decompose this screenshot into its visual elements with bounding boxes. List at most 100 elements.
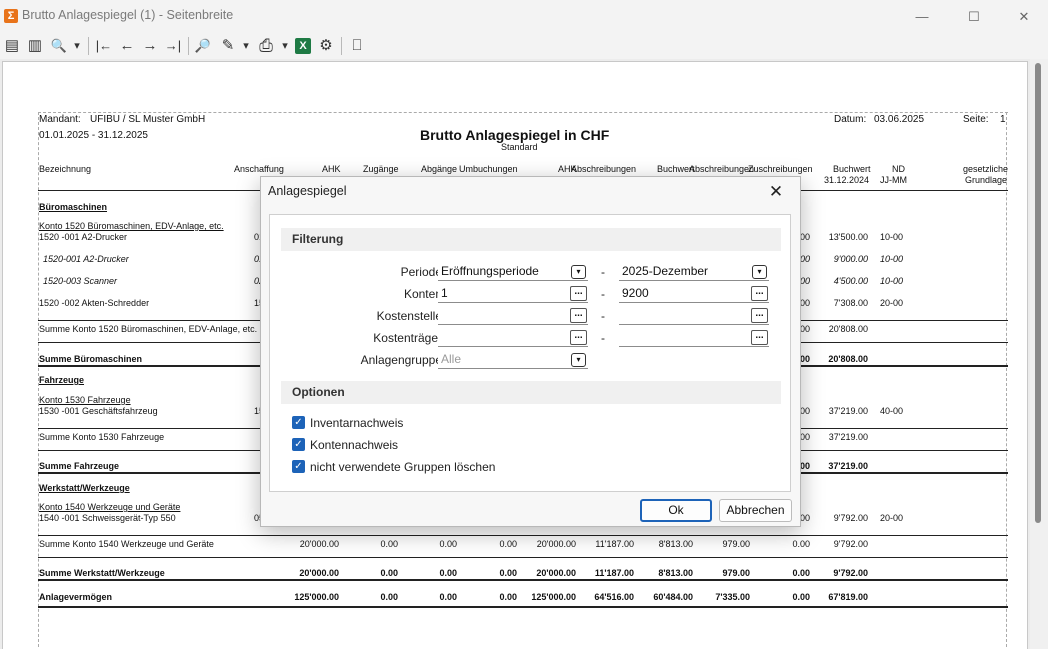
last-page-icon[interactable]: →| bbox=[162, 36, 184, 56]
next-page-icon[interactable]: → bbox=[140, 36, 160, 56]
sum-anlagevermoegen-ahk: 125'000.00 bbox=[294, 592, 339, 602]
kostentraeger-label: Kostenträger bbox=[373, 331, 442, 345]
row-1520-001-nd: 10-00 bbox=[880, 232, 904, 242]
first-page-icon[interactable]: |← bbox=[93, 36, 115, 56]
sum-werkstatt-zus: 0.00 bbox=[792, 568, 810, 578]
sum-anlagevermoegen-bw: 60'484.00 bbox=[653, 592, 693, 602]
kostentraeger-from-input[interactable] bbox=[438, 328, 588, 347]
gruppen-loeschen-label[interactable]: nicht verwendete Gruppen löschen bbox=[310, 460, 495, 474]
sum-fahrzeuge-label: Summe Fahrzeuge bbox=[39, 461, 120, 471]
app-logo-icon: Σ bbox=[4, 9, 18, 23]
col-header-anschaffung: Anschaffung bbox=[234, 164, 284, 174]
row-1540-001-name: 1540 -001 Schweissgerät-Typ 550 bbox=[39, 513, 176, 523]
row-1530-001-nd: 40-00 bbox=[880, 406, 904, 416]
kostenstelle-to-lookup-button[interactable]: ... bbox=[751, 308, 768, 323]
minimize-button[interactable]: — bbox=[904, 6, 940, 28]
konten-from-input[interactable]: 1 bbox=[438, 284, 588, 303]
anlagengruppe-select[interactable]: Alle bbox=[438, 350, 588, 369]
print-icon[interactable]: ⎙ bbox=[255, 36, 277, 56]
sum-konto1540-ab: 0.00 bbox=[439, 539, 457, 549]
exit-icon[interactable]: ⎕ bbox=[347, 36, 367, 56]
gruppen-loeschen-checkbox[interactable]: ✓ bbox=[292, 460, 305, 473]
konten-label: Konten bbox=[403, 287, 442, 301]
inventarnachweis-label[interactable]: Inventarnachweis bbox=[310, 416, 403, 430]
close-window-button[interactable]: ✕ bbox=[1006, 6, 1042, 28]
row-1520-002-bw: 7'308.00 bbox=[833, 298, 868, 308]
sum-konto1530-label: Summe Konto 1530 Fahrzeuge bbox=[39, 432, 165, 442]
konten-from-lookup-button[interactable]: ... bbox=[570, 286, 587, 301]
options-section-header: Optionen bbox=[281, 381, 781, 404]
mandant-label: Mandant: bbox=[39, 114, 81, 125]
page-icon[interactable]: ▤ bbox=[3, 36, 21, 56]
sum-werkstatt-abs: 11'187.00 bbox=[594, 568, 634, 578]
group-konto1520: Konto 1520 Büromaschinen, EDV-Anlage, et… bbox=[39, 221, 224, 231]
sum-bueromaschinen-label: Summe Büromaschinen bbox=[39, 354, 143, 364]
col-header-zugaenge: Zugänge bbox=[363, 164, 399, 174]
sum-anlagevermoegen-zus: 0.00 bbox=[792, 592, 810, 602]
row-1520-003-nd: 10-00 bbox=[880, 276, 904, 286]
scrollbar-thumb[interactable] bbox=[1035, 63, 1041, 523]
kontennachweis-label[interactable]: Kontennachweis bbox=[310, 438, 398, 452]
konten-range-dash: - bbox=[601, 287, 605, 301]
kostentraeger-range-dash: - bbox=[601, 331, 605, 345]
col-header-buchwert2: Buchwert bbox=[833, 164, 871, 174]
edit-dropdown-icon[interactable]: ▾ bbox=[240, 36, 252, 56]
vertical-scrollbar[interactable] bbox=[1030, 59, 1048, 649]
group-rule bbox=[38, 606, 1008, 608]
kostenstelle-from-input[interactable] bbox=[438, 306, 588, 325]
kontennachweis-checkbox[interactable]: ✓ bbox=[292, 438, 305, 451]
konten-to-input[interactable]: 9200 bbox=[619, 284, 769, 303]
kostentraeger-to-input[interactable] bbox=[619, 328, 769, 347]
col-header-grundlage: Grundlage bbox=[965, 175, 1008, 185]
edit-icon[interactable]: ✎ bbox=[218, 36, 238, 56]
report-subtitle: Standard bbox=[501, 142, 538, 152]
sum-werkstatt-abs2: 979.00 bbox=[722, 568, 750, 578]
sum-rule bbox=[38, 557, 1008, 558]
sum-konto1540-zus: 0.00 bbox=[792, 539, 810, 549]
col-header-abschreibungen: Abschreibungen bbox=[571, 164, 637, 174]
row-1520-001b-bw: 9'000.00 bbox=[833, 254, 868, 264]
sum-anlagevermoegen-label: Anlagevermögen bbox=[39, 592, 113, 602]
pages-icon[interactable]: ▥ bbox=[25, 36, 45, 56]
search-icon[interactable]: 🔎 bbox=[193, 36, 213, 56]
page-margin-top bbox=[38, 112, 1008, 113]
kostenstelle-to-input[interactable] bbox=[619, 306, 769, 325]
col-header-umbuchungen: Umbuchungen bbox=[459, 164, 518, 174]
row-1540-001-bw: 9'792.00 bbox=[833, 513, 868, 523]
periode-to-select[interactable]: 2025-Dezember bbox=[619, 262, 769, 281]
settings-icon[interactable]: ⚙ bbox=[316, 36, 336, 56]
filter-section-header: Filterung bbox=[281, 228, 781, 251]
sum-konto1540-label: Summe Konto 1540 Werkzeuge und Geräte bbox=[39, 539, 214, 549]
kostentraeger-to-lookup-button[interactable]: ... bbox=[751, 330, 768, 345]
zoom-dropdown-icon[interactable]: ▾ bbox=[71, 36, 83, 56]
dialog-close-icon[interactable]: ✕ bbox=[761, 179, 791, 205]
cancel-button[interactable]: Abbrechen bbox=[719, 499, 792, 522]
maximize-button[interactable]: ☐ bbox=[956, 6, 992, 28]
row-1520-001-name: 1520 -001 A2-Drucker bbox=[39, 232, 128, 242]
sum-anlagevermoegen-zu: 0.00 bbox=[380, 592, 398, 602]
konten-to-lookup-button[interactable]: ... bbox=[751, 286, 768, 301]
zoom-icon[interactable]: 🔍 bbox=[49, 36, 69, 56]
toolbar-divider bbox=[341, 37, 342, 55]
inventarnachweis-checkbox[interactable]: ✓ bbox=[292, 416, 305, 429]
kostenstelle-from-lookup-button[interactable]: ... bbox=[570, 308, 587, 323]
excel-icon[interactable]: X bbox=[295, 38, 311, 54]
periode-from-select[interactable]: Eröffnungsperiode bbox=[438, 262, 588, 281]
kostentraeger-from-lookup-button[interactable]: ... bbox=[570, 330, 587, 345]
prev-page-icon[interactable]: ← bbox=[117, 36, 137, 56]
periode-from-dropdown-icon[interactable]: ▾ bbox=[571, 265, 586, 279]
print-dropdown-icon[interactable]: ▾ bbox=[279, 36, 291, 56]
sum-konto1540-ahk2: 20'000.00 bbox=[536, 539, 576, 549]
group-fahrzeuge: Fahrzeuge bbox=[39, 375, 85, 385]
periode-to-dropdown-icon[interactable]: ▾ bbox=[752, 265, 767, 279]
report-title: Brutto Anlagespiegel in CHF bbox=[420, 127, 610, 143]
col-header-abgaenge: Abgänge bbox=[421, 164, 458, 174]
sum-werkstatt-label: Summe Werkstatt/Werkzeuge bbox=[39, 568, 165, 578]
ok-button[interactable]: Ok bbox=[640, 499, 712, 522]
row-1530-001-name: 1530 -001 Geschäftsfahrzeug bbox=[39, 406, 158, 416]
datum-value: 03.06.2025 bbox=[874, 114, 925, 125]
row-1520-001b-name: 1520-001 A2-Drucker bbox=[43, 254, 129, 264]
periode-range-dash: - bbox=[601, 265, 605, 279]
row-1520-001-bw: 13'500.00 bbox=[828, 232, 868, 242]
anlagengruppe-dropdown-icon[interactable]: ▾ bbox=[571, 353, 586, 367]
